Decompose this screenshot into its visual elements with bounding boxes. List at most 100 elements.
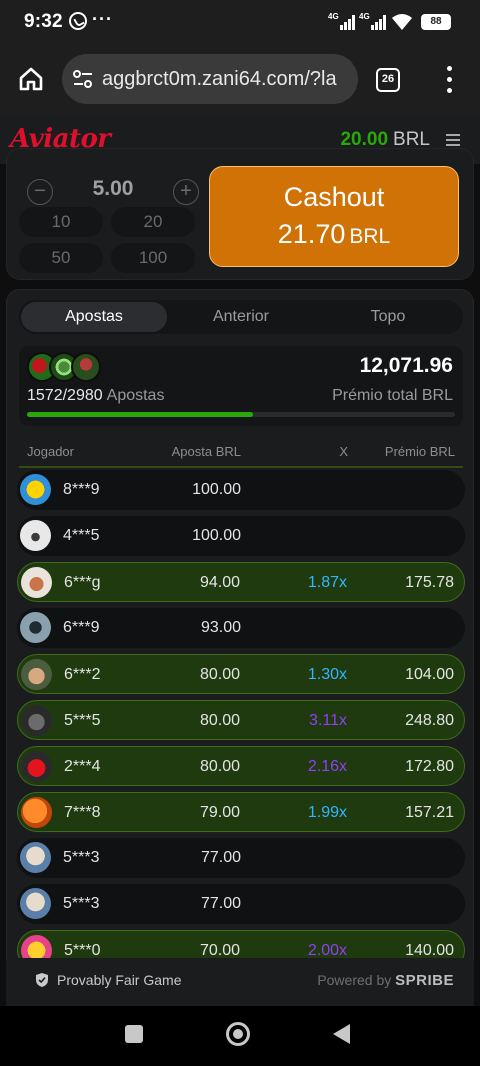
powered-by: Powered by SPRIBE <box>317 972 454 989</box>
url-text[interactable]: aggbrct0m.zani64.com/?la <box>102 68 350 91</box>
total-prize: 12,071.96 <box>359 354 453 377</box>
player-name: 6***g <box>64 574 101 591</box>
bets-summary: 1572/2980 Apostas 12,071.96 Prémio total … <box>19 346 463 426</box>
avatar <box>21 567 52 598</box>
spribe-logo: SPRIBE <box>395 972 454 989</box>
player-name: 5***0 <box>64 942 101 958</box>
table-row: 5***3 77.00 <box>17 884 465 924</box>
total-prize-label: Prémio total BRL <box>332 387 453 404</box>
table-header: Jogador Aposta BRL X Prémio BRL <box>7 442 473 462</box>
multiplier: 1.87x <box>307 574 347 591</box>
game-footer: Provably Fair Game Powered by SPRIBE <box>6 960 474 1006</box>
provably-fair-link[interactable]: Provably Fair Game <box>57 972 181 988</box>
avatar <box>21 797 52 828</box>
column-bet: Aposta BRL <box>171 444 241 459</box>
recents-button[interactable] <box>125 1025 143 1043</box>
tab-topo[interactable]: Topo <box>315 300 461 334</box>
player-name: 5***3 <box>63 849 100 866</box>
home-icon[interactable] <box>18 66 44 92</box>
cashout-label: Cashout <box>283 182 385 212</box>
avatar <box>20 888 51 919</box>
table-row: 7***8 79.00 1.99x 157.21 <box>17 792 465 832</box>
prize-amount: 172.80 <box>405 758 454 775</box>
increase-bet-button[interactable]: + <box>173 179 199 205</box>
signal-label-2: 4G <box>359 12 370 21</box>
bets-count: 1572/2980 Apostas <box>27 387 164 405</box>
avatar <box>71 352 101 382</box>
site-settings-icon[interactable] <box>72 70 94 88</box>
table-row: 5***5 80.00 3.11x 248.80 <box>17 700 465 740</box>
player-name: 6***9 <box>63 619 100 636</box>
avatar <box>20 474 51 505</box>
bets-table: 8***9 100.00 4***5 100.00 6***g 94.00 1.87x 175… <box>7 470 473 958</box>
avatar <box>21 935 52 958</box>
tab-anterior[interactable]: Anterior <box>168 300 314 334</box>
bet-amount: 80.00 <box>199 712 240 729</box>
bet-amount: 100.00 <box>192 481 241 498</box>
header-divider <box>19 466 463 468</box>
avatar <box>21 751 52 782</box>
bet-amount: 100.00 <box>192 527 241 544</box>
cashout-value: 21.70 BRL <box>210 219 458 250</box>
back-button[interactable] <box>333 1024 350 1044</box>
bets-panel: Apostas Anterior Topo 1572/2980 Apostas 1… <box>6 289 474 1007</box>
more-options-icon[interactable] <box>440 66 458 94</box>
column-prize: Prémio BRL <box>384 444 455 459</box>
column-player: Jogador <box>27 444 74 459</box>
prize-amount: 248.80 <box>405 712 454 729</box>
bet-amount[interactable]: 5.00 <box>67 177 159 201</box>
cashout-currency: BRL <box>349 225 391 248</box>
quick-amount-10[interactable]: 10 <box>19 207 103 237</box>
hamburger-menu-icon[interactable] <box>446 134 460 146</box>
table-row: 6***9 93.00 <box>17 608 465 648</box>
prize-amount: 157.21 <box>405 804 454 821</box>
prize-amount: 104.00 <box>405 666 454 683</box>
tab-apostas[interactable]: Apostas <box>21 302 167 332</box>
avatar <box>21 659 52 690</box>
table-row: 5***3 77.00 <box>17 838 465 878</box>
prize-amount: 140.00 <box>405 942 454 958</box>
system-navigation-bar <box>0 1006 480 1066</box>
signal-icon <box>340 14 355 30</box>
table-row: 4***5 100.00 <box>17 516 465 556</box>
multiplier: 2.16x <box>307 758 347 775</box>
browser-toolbar: aggbrct0m.zani64.com/?la 26 <box>0 44 480 116</box>
player-name: 7***8 <box>64 804 101 821</box>
column-multiplier: X <box>339 444 348 459</box>
address-bar[interactable]: aggbrct0m.zani64.com/?la <box>62 54 358 104</box>
quick-amount-50[interactable]: 50 <box>19 243 103 273</box>
bet-amount: 77.00 <box>200 895 241 912</box>
quick-amount-100[interactable]: 100 <box>111 243 195 273</box>
avatar <box>20 520 51 551</box>
quick-amount-20[interactable]: 20 <box>111 207 195 237</box>
bets-count-label: Apostas <box>106 387 165 404</box>
bets-tabs: Apostas Anterior Topo <box>19 300 463 334</box>
bet-amount: 77.00 <box>200 849 241 866</box>
bets-count-value: 1572/2980 <box>27 387 103 404</box>
bet-amount: 94.00 <box>199 574 240 591</box>
bet-amount: 80.00 <box>199 758 240 775</box>
status-time: 9:32 <box>24 11 63 32</box>
battery-icon: 88 <box>421 14 451 30</box>
avatar <box>21 705 52 736</box>
player-name: 2***4 <box>64 758 101 775</box>
player-name: 4***5 <box>63 527 100 544</box>
player-name: 5***3 <box>63 895 100 912</box>
multiplier: 1.30x <box>307 666 347 683</box>
bet-amount: 80.00 <box>199 666 240 683</box>
bets-progress-bar <box>27 412 455 417</box>
balance-currency: BRL <box>393 129 430 150</box>
wifi-icon <box>392 14 412 30</box>
cashout-button[interactable]: Cashout 21.70 BRL <box>209 166 459 267</box>
cashout-amount: 21.70 <box>277 219 346 249</box>
table-row: 2***4 80.00 2.16x 172.80 <box>17 746 465 786</box>
player-name: 5***5 <box>64 712 101 729</box>
bet-amount: 93.00 <box>200 619 241 636</box>
signal-label-1: 4G <box>328 12 339 21</box>
powered-by-label: Powered by <box>317 972 392 988</box>
avatar <box>20 612 51 643</box>
tab-switcher-button[interactable]: 26 <box>376 68 400 92</box>
decrease-bet-button[interactable]: − <box>27 179 53 205</box>
home-button[interactable] <box>226 1022 250 1046</box>
player-name: 6***2 <box>64 666 101 683</box>
